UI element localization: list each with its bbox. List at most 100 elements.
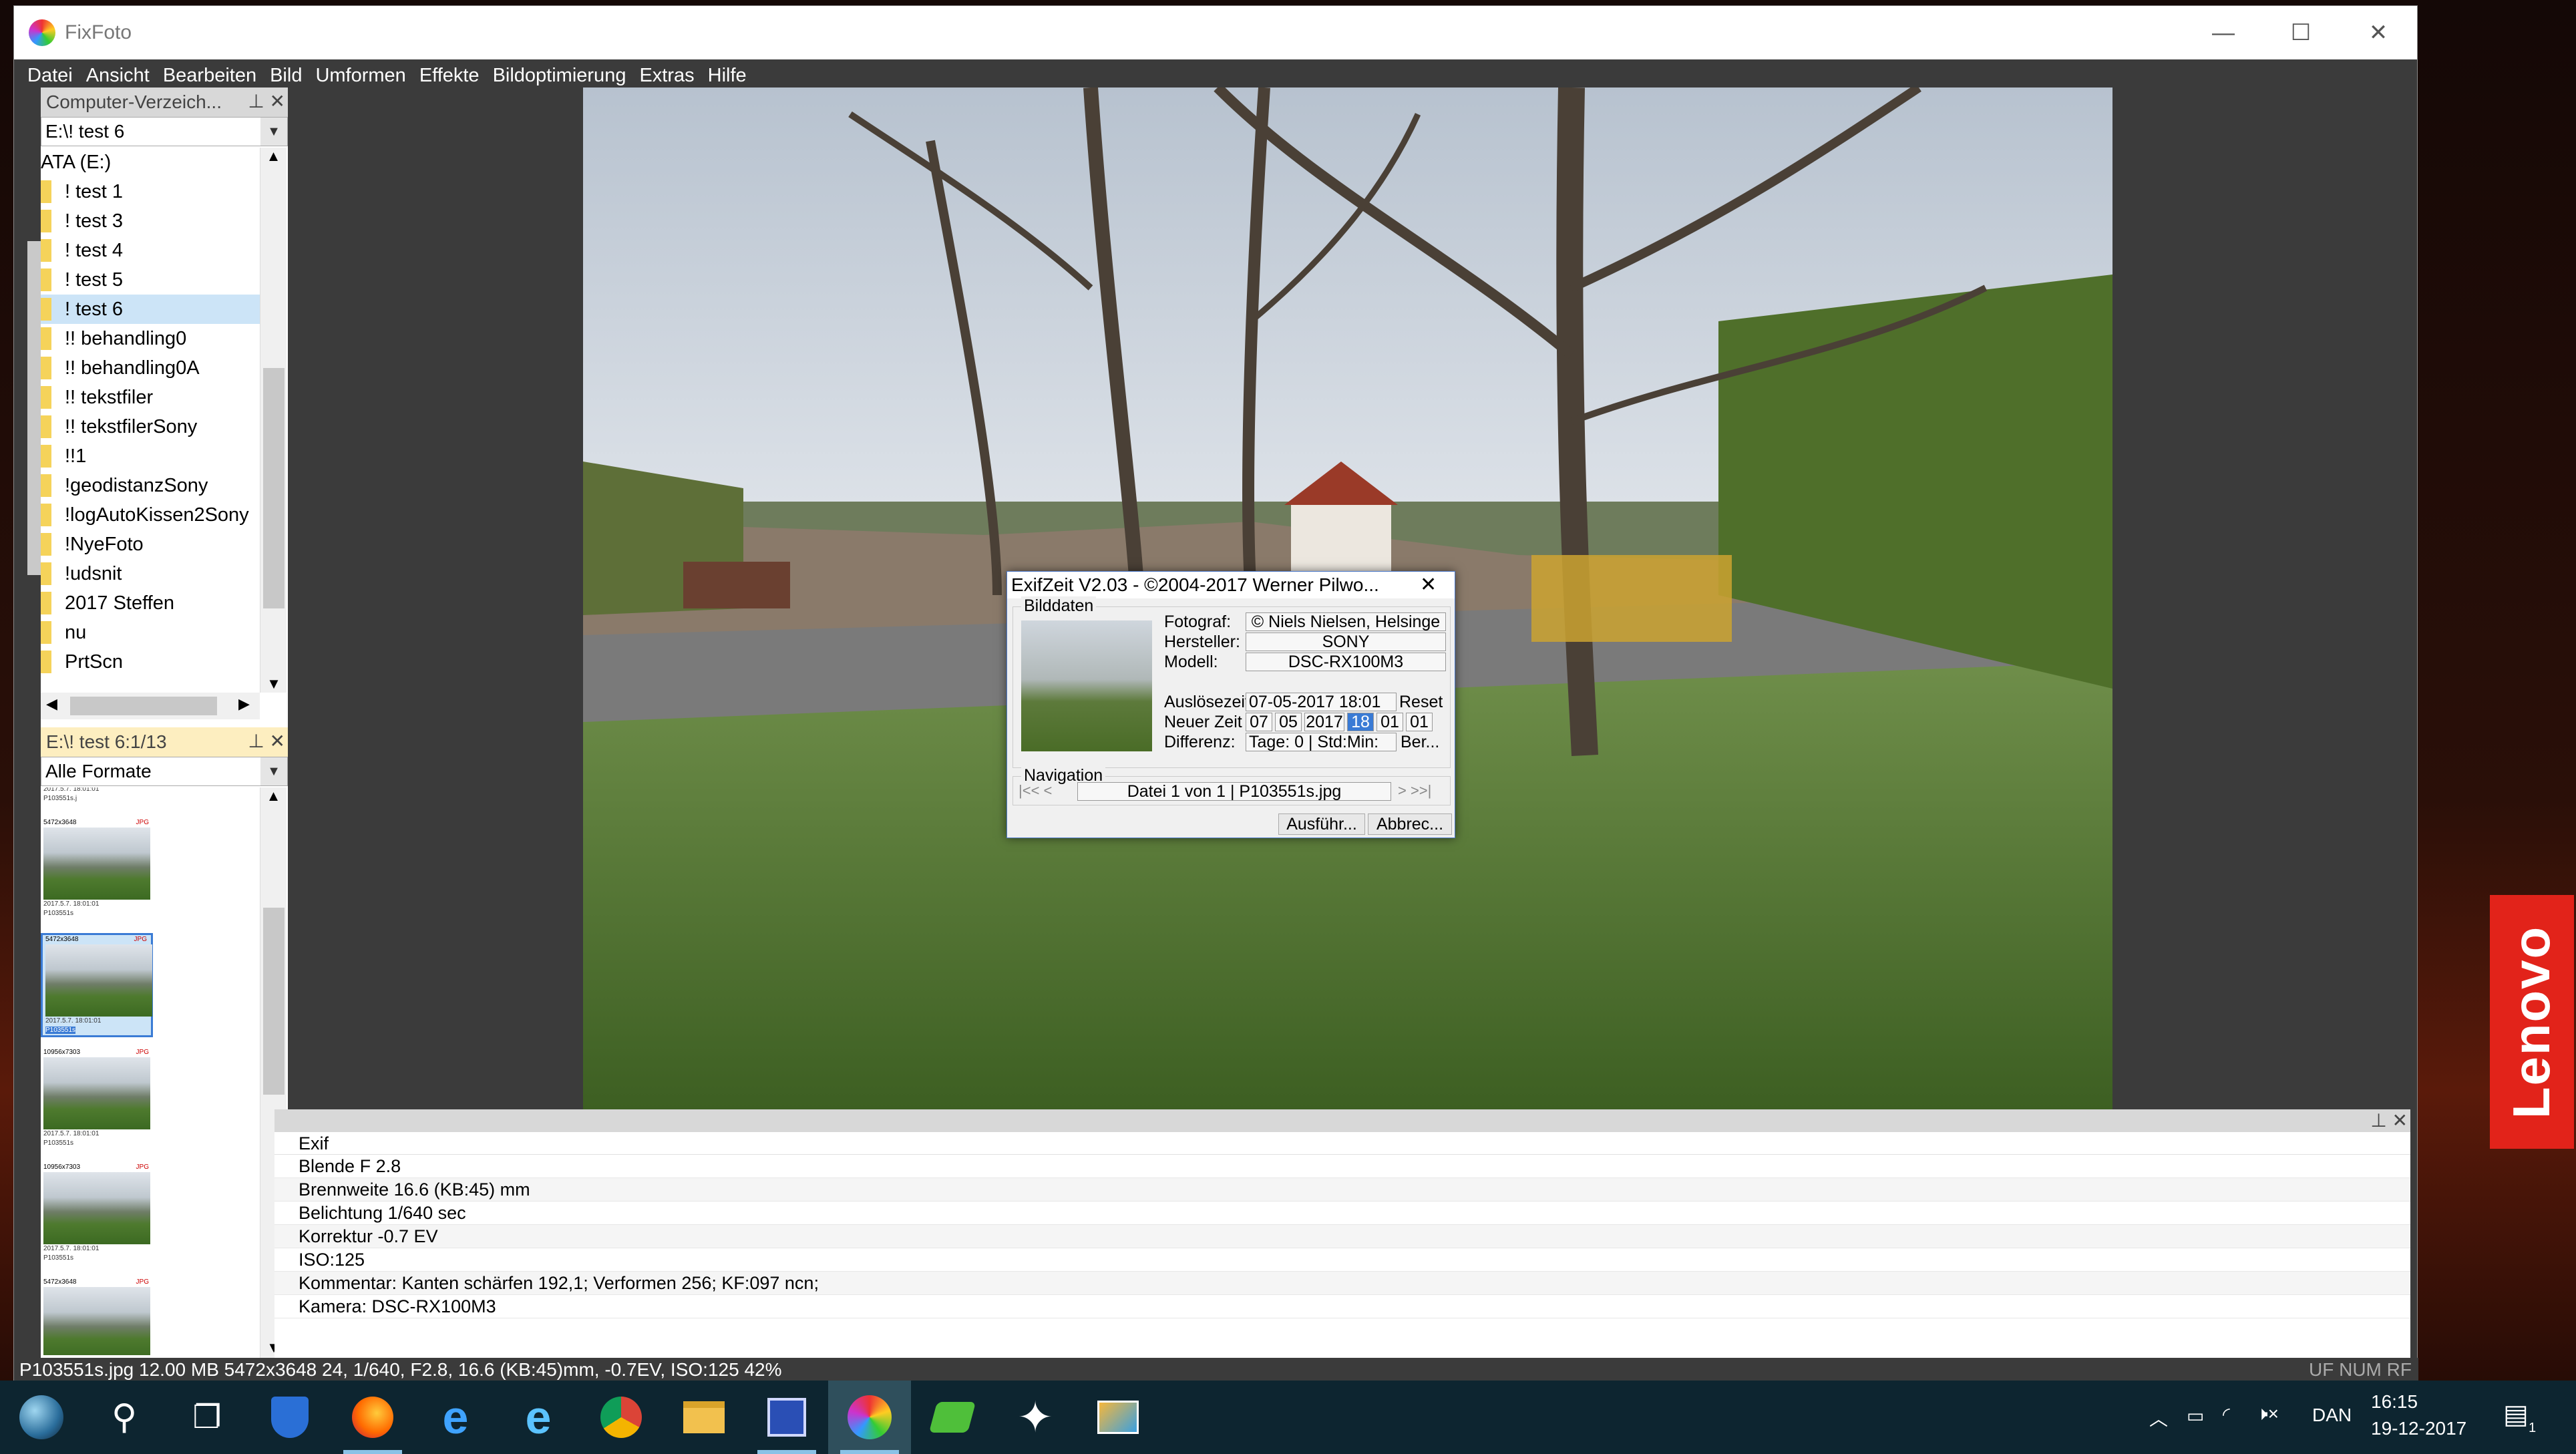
tree-folder-item[interactable]: !geodistanzSony xyxy=(41,471,260,500)
new-time-second[interactable]: 01 xyxy=(1406,713,1433,731)
tree-folder-item[interactable]: ! test 4 xyxy=(41,236,260,265)
pin-icon[interactable]: ⊥ xyxy=(248,91,264,112)
clock-date[interactable]: 19-12-2017 xyxy=(2371,1418,2466,1439)
chevron-up-icon[interactable]: ︿ xyxy=(2149,1405,2168,1431)
scroll-right-icon[interactable]: ▶ xyxy=(238,695,250,713)
tree-folder-item[interactable]: ! test 5 xyxy=(41,265,260,295)
language-indicator[interactable]: DAN xyxy=(2312,1405,2352,1426)
tree-folder-item[interactable]: !! tekstfiler xyxy=(41,383,260,412)
scroll-down-icon[interactable]: ▼ xyxy=(260,675,287,693)
menu-effekte[interactable]: Effekte xyxy=(419,65,480,87)
tree-folder-item[interactable]: !! behandling0 xyxy=(41,324,260,353)
minimize-button[interactable]: — xyxy=(2185,6,2262,59)
photographer-field[interactable]: © Niels Nielsen, Helsinge xyxy=(1246,612,1446,631)
taskbar-photo-app[interactable] xyxy=(1077,1381,1159,1454)
taskbar-edge[interactable]: e xyxy=(414,1381,497,1454)
model-field[interactable]: DSC-RX100M3 xyxy=(1246,653,1446,671)
nav-next-buttons[interactable]: > >>| xyxy=(1398,782,1431,799)
wifi-icon[interactable]: ◜ xyxy=(2223,1403,2230,1425)
thumbnail-item[interactable]: 5472x3648 JPG xyxy=(41,1278,153,1355)
reset-button[interactable]: Reset xyxy=(1399,693,1443,712)
folder-path-combo[interactable]: E:\! test 6 ▼ xyxy=(41,117,288,146)
calculate-button[interactable]: Ber... xyxy=(1401,733,1439,752)
tree-folder-item[interactable]: !NyeFoto xyxy=(41,530,260,559)
scroll-thumb[interactable] xyxy=(263,908,285,1095)
tree-folder-item[interactable]: 2017 Steffen xyxy=(41,588,260,618)
menu-hilfe[interactable]: Hilfe xyxy=(708,65,747,87)
tree-folder-item[interactable]: nu xyxy=(41,618,260,647)
start-button[interactable] xyxy=(0,1381,83,1454)
taskbar-fixfoto[interactable] xyxy=(828,1381,911,1454)
menu-umformen[interactable]: Umformen xyxy=(315,65,405,87)
tree-folder-item[interactable]: !logAutoKissen2Sony xyxy=(41,500,260,530)
folder-tree-hscrollbar[interactable]: ◀ ▶ xyxy=(41,693,260,719)
taskbar-explorer[interactable] xyxy=(663,1381,745,1454)
panel-close-icon[interactable]: ✕ xyxy=(270,731,285,751)
taskbar-star-app[interactable]: ✦ xyxy=(994,1381,1077,1454)
volume-muted-icon[interactable]: 🕨× xyxy=(2256,1403,2279,1425)
tree-folder-item[interactable]: ! test 6 xyxy=(41,295,260,324)
new-time-month[interactable]: 05 xyxy=(1275,713,1302,731)
cancel-button[interactable]: Abbrec... xyxy=(1368,813,1452,835)
run-button[interactable]: Ausführ... xyxy=(1278,813,1365,835)
thumbnail-item[interactable]: 2017.5.7. 18:01:01 P103551s.j xyxy=(41,787,153,803)
nav-prev-buttons[interactable]: |<< < xyxy=(1019,782,1052,799)
chevron-down-icon[interactable]: ▼ xyxy=(260,757,287,785)
thumbnail-item[interactable]: 10956x7303 JPG 2017.5.7. 18:01:01 P103551… xyxy=(41,1163,153,1263)
thumbnail-item[interactable]: 5472x3648 JPG 2017.5.7. 18:01:01 P103551s xyxy=(41,818,153,918)
tree-folder-item[interactable]: !udsnit xyxy=(41,559,260,588)
bookmark-strip[interactable] xyxy=(27,241,41,575)
panel-close-icon[interactable]: ✕ xyxy=(270,91,285,112)
maximize-button[interactable]: ☐ xyxy=(2262,6,2340,59)
notification-icon[interactable]: ▤ xyxy=(2503,1399,2529,1430)
search-button[interactable]: ⚲ xyxy=(83,1381,166,1454)
title-bar[interactable]: FixFoto — ☐ ✕ xyxy=(14,6,2417,59)
menu-ansicht[interactable]: Ansicht xyxy=(86,65,150,87)
chevron-down-icon[interactable]: ▼ xyxy=(260,118,287,146)
menu-bearbeiten[interactable]: Bearbeiten xyxy=(163,65,256,87)
taskbar-security[interactable] xyxy=(248,1381,331,1454)
menu-bildoptimierung[interactable]: Bildoptimierung xyxy=(493,65,626,87)
dialog-title-bar[interactable]: ExifZeit V2.03 - ©2004-2017 Werner Pilwo… xyxy=(1007,572,1455,598)
tree-folder-item[interactable]: ! test 1 xyxy=(41,177,260,206)
menu-bild[interactable]: Bild xyxy=(270,65,302,87)
tree-folder-item[interactable]: !!1 xyxy=(41,441,260,471)
new-time-minute[interactable]: 01 xyxy=(1376,713,1403,731)
tree-folder-item[interactable]: !! behandling0A xyxy=(41,353,260,383)
new-time-hour[interactable]: 18 xyxy=(1347,713,1374,731)
scroll-left-icon[interactable]: ◀ xyxy=(46,695,57,713)
battery-icon[interactable]: ▭ xyxy=(2187,1405,2204,1427)
tree-folder-item[interactable]: !! tekstfilerSony xyxy=(41,412,260,441)
scroll-up-icon[interactable]: ▲ xyxy=(260,787,287,805)
clock-time[interactable]: 16:15 xyxy=(2371,1391,2418,1413)
dialog-close-button[interactable]: ✕ xyxy=(1420,573,1437,596)
scroll-thumb[interactable] xyxy=(263,368,285,608)
thumbnail-item-selected[interactable]: 5472x3648 JPG 2017.5.7. 18:01:01 P103551s xyxy=(41,933,153,1037)
tree-folder-item[interactable]: PrtScn xyxy=(41,647,260,677)
tree-drive[interactable]: ATA (E:) xyxy=(41,148,260,177)
taskbar-ie[interactable]: e xyxy=(497,1381,580,1454)
pin-icon[interactable]: ⊥ xyxy=(2370,1110,2386,1131)
thumb-dims: 10956x7303 xyxy=(43,1163,81,1171)
maker-field[interactable]: SONY xyxy=(1246,632,1446,651)
hscroll-thumb[interactable] xyxy=(70,697,217,715)
scroll-up-icon[interactable]: ▲ xyxy=(260,148,287,165)
panel-close-icon[interactable]: ✕ xyxy=(2392,1110,2408,1131)
new-time-year[interactable]: 2017 xyxy=(1304,713,1344,731)
menu-datei[interactable]: Datei xyxy=(27,65,73,87)
menu-extras[interactable]: Extras xyxy=(639,65,694,87)
difference-field[interactable]: Tage: 0 | Std:Min: xyxy=(1246,733,1397,751)
close-button[interactable]: ✕ xyxy=(2340,6,2417,59)
pin-icon[interactable]: ⊥ xyxy=(248,731,264,751)
format-filter-combo[interactable]: Alle Formate ▼ xyxy=(41,757,288,786)
task-view-button[interactable]: ❐ xyxy=(166,1381,248,1454)
tree-folder-item[interactable]: ! test 3 xyxy=(41,206,260,236)
taskbar-save-app[interactable] xyxy=(745,1381,828,1454)
thumbnail-item[interactable]: 10956x7303 JPG 2017.5.7. 18:01:01 P103551… xyxy=(41,1048,153,1148)
folder-tree-scrollbar[interactable]: ▲ ▼ xyxy=(260,148,287,693)
new-time-day[interactable]: 07 xyxy=(1246,713,1272,731)
taskbar-firefox[interactable] xyxy=(331,1381,414,1454)
taskbar-chrome[interactable] xyxy=(580,1381,663,1454)
taskbar-green-app[interactable] xyxy=(911,1381,994,1454)
shutter-time-field[interactable]: 07-05-2017 18:01 xyxy=(1246,693,1397,711)
